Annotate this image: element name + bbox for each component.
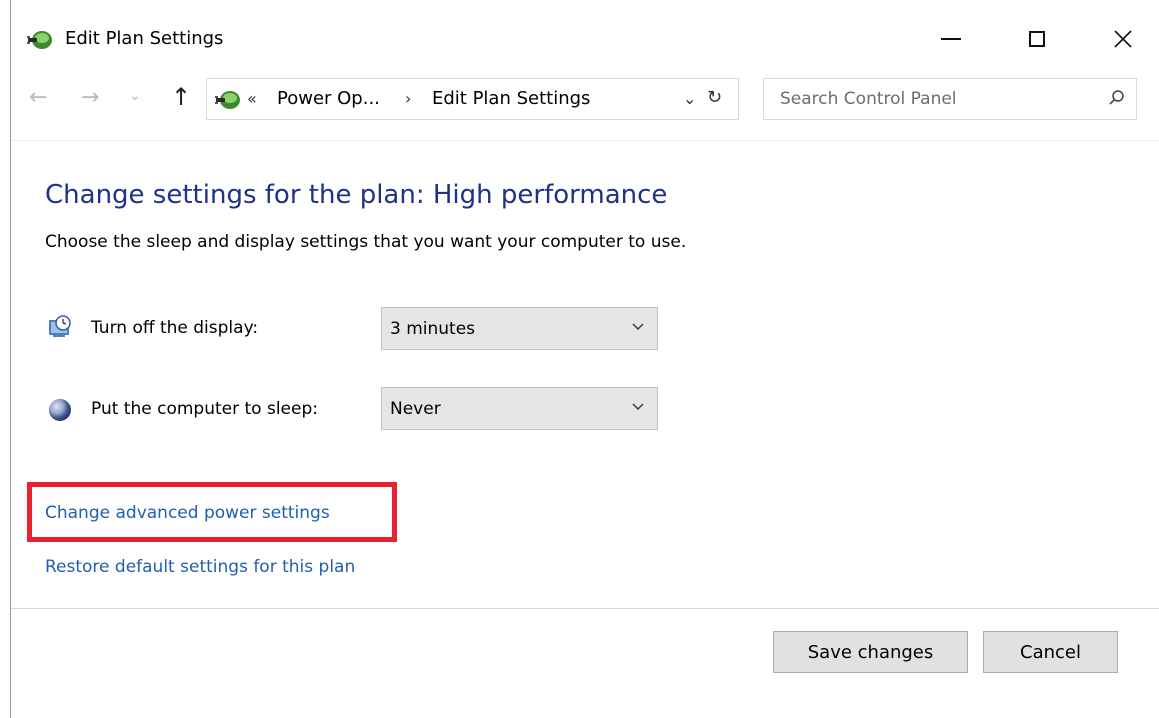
title-bar: Edit Plan Settings [11, 0, 1159, 76]
display-timer-icon [49, 315, 71, 337]
sleep-moon-icon [49, 399, 71, 421]
display-timeout-value: 3 minutes [390, 319, 476, 339]
overflow-chevron-icon[interactable]: « [247, 89, 257, 108]
close-button[interactable] [1100, 22, 1146, 56]
sleep-timeout-label: Put the computer to sleep: [91, 399, 318, 419]
display-timeout-select[interactable]: 3 minutes [381, 307, 658, 350]
breadcrumb-edit-plan-settings[interactable]: Edit Plan Settings [432, 88, 590, 109]
search-input[interactable]: Search Control Panel [763, 78, 1137, 120]
back-arrow-icon[interactable]: ← [29, 85, 47, 110]
save-changes-button[interactable]: Save changes [773, 631, 968, 673]
address-dropdown-icon[interactable]: ⌄ [683, 89, 696, 108]
forward-arrow-icon[interactable]: → [81, 85, 99, 110]
window-title: Edit Plan Settings [65, 28, 224, 49]
sleep-timeout-select[interactable]: Never [381, 387, 658, 430]
up-arrow-icon[interactable]: ↑ [171, 83, 191, 111]
close-icon [1114, 30, 1132, 48]
breadcrumb-power-options[interactable]: Power Op... [277, 88, 380, 109]
navigation-bar: ← → ⌄ ↑ « Power Op... › Edit Plan Settin… [11, 76, 1159, 124]
sleep-timeout-value: Never [390, 399, 441, 419]
chevron-down-icon [632, 403, 644, 410]
power-options-icon [215, 91, 240, 109]
address-bar[interactable]: « Power Op... › Edit Plan Settings ⌄ ↻ [206, 78, 739, 120]
minimize-icon [941, 38, 961, 40]
search-icon[interactable] [1108, 89, 1126, 107]
edit-plan-window: Edit Plan Settings ← → ⌄ ↑ « Power Op...… [10, 0, 1159, 718]
cancel-button[interactable]: Cancel [983, 631, 1118, 673]
display-timeout-label: Turn off the display: [91, 318, 259, 338]
maximize-icon [1029, 31, 1045, 47]
refresh-icon[interactable]: ↻ [707, 87, 722, 108]
search-placeholder: Search Control Panel [780, 89, 957, 109]
restore-default-settings-link[interactable]: Restore default settings for this plan [45, 557, 355, 577]
page-title: Change settings for the plan: High perfo… [45, 180, 668, 210]
breadcrumb-separator-icon[interactable]: › [405, 89, 411, 108]
divider [11, 140, 1159, 141]
minimize-button[interactable] [928, 22, 974, 56]
recent-locations-chevron-icon[interactable]: ⌄ [129, 88, 141, 104]
page-description: Choose the sleep and display settings th… [45, 232, 687, 252]
maximize-button[interactable] [1014, 22, 1060, 56]
power-options-icon [27, 31, 52, 49]
chevron-down-icon [632, 323, 644, 330]
change-advanced-power-settings-link[interactable]: Change advanced power settings [45, 503, 330, 523]
footer-divider [11, 608, 1159, 609]
